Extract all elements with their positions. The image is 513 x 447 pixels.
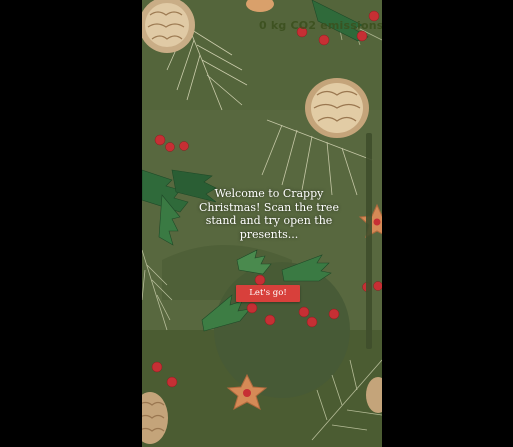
- welcome-message: Welcome to Crappy Christmas! Scan the tr…: [199, 187, 339, 241]
- lets-go-button[interactable]: Let's go!: [236, 285, 300, 302]
- emission-level-meter: [366, 133, 372, 349]
- phone-screen: 0 kg CO2 emissions Welcome to Crappy Chr…: [142, 0, 382, 447]
- pine-cone-icon: [305, 78, 369, 138]
- co2-emissions-readout: 0 kg CO2 emissions: [259, 19, 382, 32]
